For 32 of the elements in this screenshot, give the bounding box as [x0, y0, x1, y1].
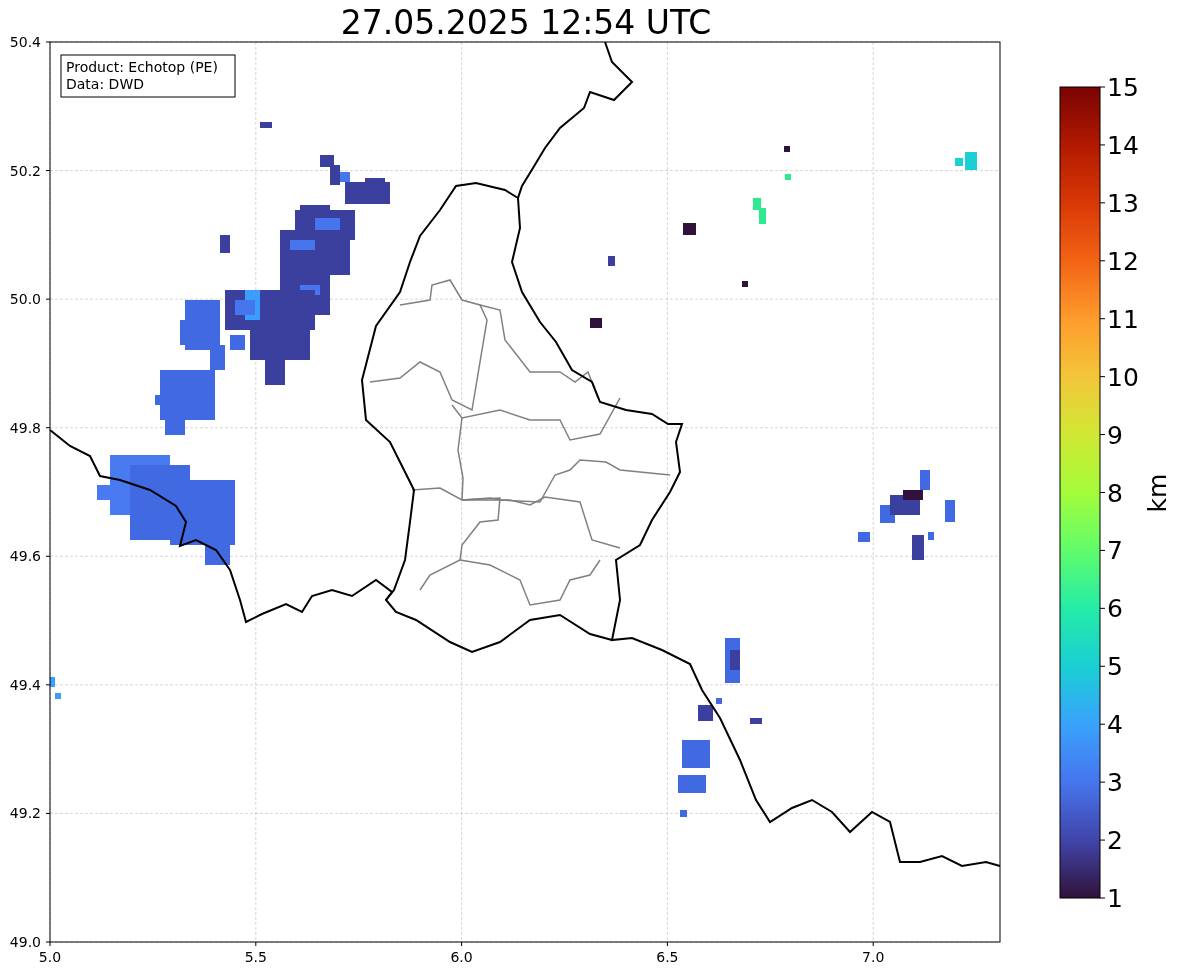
y-tick-label: 50.2	[9, 162, 41, 179]
colorbar-tick-label: 13	[1107, 188, 1139, 218]
legend-text: Data: DWD	[66, 76, 144, 92]
x-tick-label: 7.0	[862, 949, 885, 965]
legend-text: Product: Echotop (PE)	[66, 59, 218, 75]
x-tick-label: 6.5	[656, 949, 679, 965]
colorbar-tick-label: 14	[1107, 130, 1139, 160]
colorbar-tick-label: 5	[1107, 652, 1123, 682]
colorbar-tick-label: 10	[1107, 362, 1139, 392]
colorbar-tick-label: 3	[1107, 768, 1123, 798]
y-tick-label: 49.4	[9, 676, 41, 693]
y-tick-label: 49.8	[9, 419, 41, 436]
y-tick-label: 49.2	[9, 805, 41, 822]
colorbar-tick-label: 8	[1107, 478, 1123, 508]
y-tick-label: 49.0	[9, 934, 41, 950]
colorbar-tick-label: 11	[1107, 304, 1139, 334]
chart-title: 27.05.2025 12:54 UTC	[340, 3, 712, 42]
y-tick-label: 49.6	[9, 548, 41, 565]
colorbar-tick-label: 12	[1107, 246, 1139, 276]
x-tick-label: 5.5	[244, 949, 267, 965]
colorbar-tick-label: 2	[1107, 826, 1123, 856]
x-tick-label: 5.0	[38, 949, 62, 965]
colorbar-tick-label: 7	[1107, 536, 1123, 566]
colorbar-tick-label: 1	[1107, 884, 1123, 913]
y-tick-label: 50.0	[9, 291, 41, 308]
x-tick-label: 6.0	[450, 949, 473, 965]
colorbar-tick-label: 4	[1107, 710, 1123, 740]
colorbar-tick-label: 15	[1107, 73, 1139, 102]
colorbar-tick-label: 6	[1107, 594, 1123, 624]
colorbar-label: km	[1143, 473, 1172, 513]
colorbar-tick-label: 9	[1107, 420, 1123, 450]
y-tick-label: 50.4	[9, 34, 41, 50]
